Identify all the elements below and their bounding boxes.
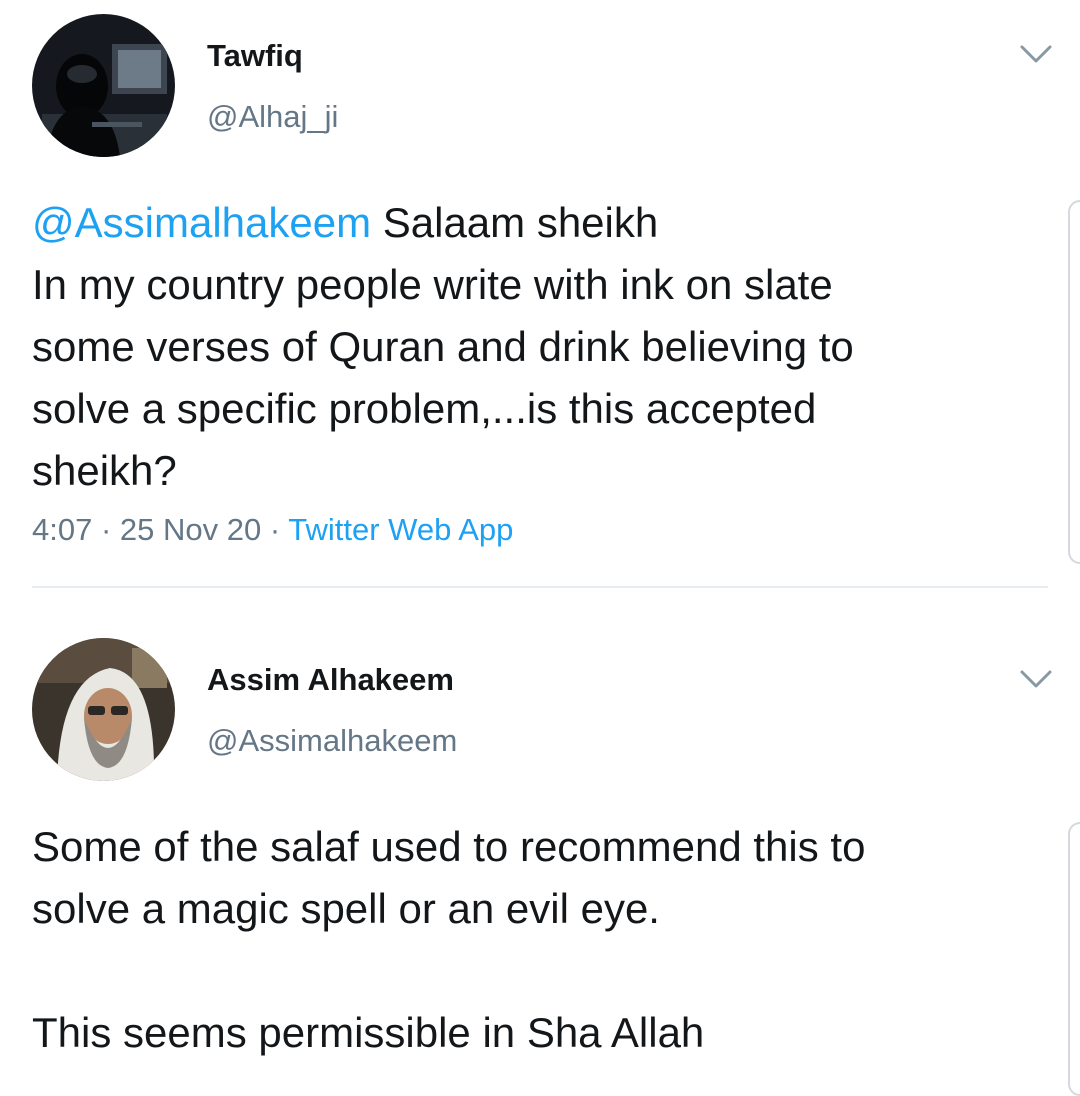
tweet-date[interactable]: 25 Nov 20 bbox=[120, 512, 261, 547]
meta-separator: · bbox=[261, 512, 289, 547]
meta-separator: · bbox=[92, 512, 120, 547]
tweet-reply[interactable]: Assim Alhakeem @Assimalhakeem Some of th… bbox=[0, 588, 1080, 1082]
tweet-source-link[interactable]: Twitter Web App bbox=[288, 512, 513, 547]
tweet-text-line: sheikh? bbox=[32, 447, 177, 494]
tweet-time[interactable]: 4:07 bbox=[32, 512, 92, 547]
tweet-menu-button[interactable] bbox=[1019, 668, 1053, 690]
chevron-down-icon bbox=[1020, 670, 1052, 688]
author-avatar[interactable] bbox=[32, 14, 175, 157]
author-name[interactable]: Tawfiq bbox=[207, 38, 303, 74]
chevron-down-icon bbox=[1020, 45, 1052, 63]
tweet-text-line: In my country people write with ink on s… bbox=[32, 261, 833, 308]
edge-panel-handle[interactable] bbox=[1068, 822, 1080, 1096]
hooded-hacker-avatar-icon bbox=[32, 14, 175, 157]
tweet-text-line: solve a magic spell or an evil eye. bbox=[32, 885, 660, 932]
tweet-text-line: some verses of Quran and drink believing… bbox=[32, 323, 854, 370]
tweet-menu-button[interactable] bbox=[1019, 43, 1053, 65]
author-handle[interactable]: @Assimalhakeem bbox=[207, 723, 457, 759]
tweet-text-fragment: Salaam sheikh bbox=[371, 199, 659, 246]
tweet-original[interactable]: Tawfiq @Alhaj_ji @Assimalhakeem Salaam s… bbox=[0, 0, 1080, 588]
tweet-text: @Assimalhakeem Salaam sheikh In my count… bbox=[32, 192, 1042, 502]
mention-link[interactable]: @Assimalhakeem bbox=[32, 199, 371, 246]
tweet-text: Some of the salaf used to recommend this… bbox=[32, 816, 1042, 1064]
author-name[interactable]: Assim Alhakeem bbox=[207, 662, 454, 698]
sheikh-portrait-avatar-icon bbox=[32, 638, 175, 781]
tweet-text-line: Some of the salaf used to recommend this… bbox=[32, 823, 866, 870]
author-handle[interactable]: @Alhaj_ji bbox=[207, 99, 338, 135]
tweet-text-line: solve a specific problem,...is this acce… bbox=[32, 385, 817, 432]
edge-panel-handle[interactable] bbox=[1068, 200, 1080, 564]
tweet-text-line: This seems permissible in Sha Allah bbox=[32, 1009, 705, 1056]
tweet-meta: 4:07 · 25 Nov 20 · Twitter Web App bbox=[32, 512, 513, 548]
author-avatar[interactable] bbox=[32, 638, 175, 781]
tweet-text-line: @Assimalhakeem Salaam sheikh bbox=[32, 192, 1042, 254]
